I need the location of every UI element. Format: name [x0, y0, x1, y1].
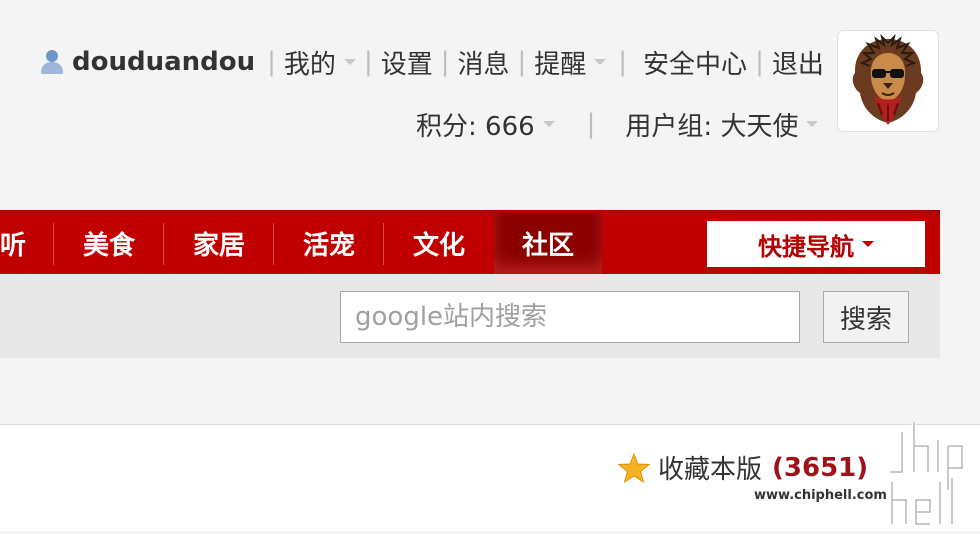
usergroup-menu[interactable]: 用户组: 大天使	[625, 106, 819, 143]
separator: |	[755, 47, 764, 77]
lion-avatar-icon	[852, 33, 924, 125]
chiphell-logo-icon: www.chiphell.com www.chiphell.com	[753, 422, 965, 527]
separator: |	[363, 47, 373, 77]
quick-nav-button[interactable]: 快捷导航	[707, 221, 925, 267]
quick-nav-label: 快捷导航	[758, 232, 854, 261]
user-info-bar: 积分: 666 | 用户组: 大天使	[416, 104, 819, 144]
star-icon	[618, 452, 650, 483]
points-menu[interactable]: 积分: 666	[416, 106, 555, 143]
separator: |	[517, 47, 527, 77]
main-nav: 听 美食 家居 活宠 文化 社区 快捷导航	[0, 210, 940, 274]
points-label: 积分: 666	[416, 111, 535, 142]
separator: |	[440, 47, 450, 77]
messages-link[interactable]: 消息	[457, 44, 509, 81]
chevron-down-icon	[806, 121, 819, 127]
search-button[interactable]: 搜索	[823, 291, 909, 343]
user-bar: douduandou | 我的 | 设置 | 消息 | 提醒 | 安全中心 | …	[40, 42, 824, 82]
my-menu-label: 我的	[283, 49, 336, 80]
username-link[interactable]: douduandou	[72, 47, 255, 77]
usergroup-label: 用户组: 大天使	[625, 111, 799, 142]
user-icon	[40, 50, 64, 74]
logout-link[interactable]: 退出	[772, 44, 824, 81]
chevron-down-icon	[343, 59, 356, 65]
settings-link[interactable]: 设置	[381, 44, 433, 81]
nav-item-culture[interactable]: 文化	[384, 213, 494, 274]
nav-item-food[interactable]: 美食	[54, 213, 164, 274]
nav-item-community[interactable]: 社区	[494, 213, 602, 274]
chevron-down-icon	[862, 241, 874, 247]
reminders-menu-label: 提醒	[534, 49, 587, 80]
separator: |	[267, 47, 276, 77]
nav-item-pets[interactable]: 活宠	[274, 213, 384, 274]
nav-item-listen[interactable]: 听	[0, 213, 30, 274]
chevron-down-icon	[594, 59, 607, 65]
search-input[interactable]	[340, 291, 800, 343]
favorite-label: 收藏本版	[658, 455, 763, 485]
reminders-menu[interactable]: 提醒	[534, 44, 607, 81]
separator: |	[618, 47, 628, 77]
nav-item-home[interactable]: 家居	[164, 213, 274, 274]
chevron-down-icon	[542, 121, 555, 127]
my-menu[interactable]: 我的	[284, 44, 356, 81]
avatar[interactable]	[837, 30, 939, 132]
separator: |	[586, 109, 596, 139]
chiphell-watermark: www.chiphell.com www.chiphell.com	[752, 420, 980, 530]
security-center-link[interactable]: 安全中心	[643, 44, 747, 81]
watermark-url: www.chiphell.com	[754, 488, 887, 503]
search-bar: 搜索	[0, 274, 940, 358]
